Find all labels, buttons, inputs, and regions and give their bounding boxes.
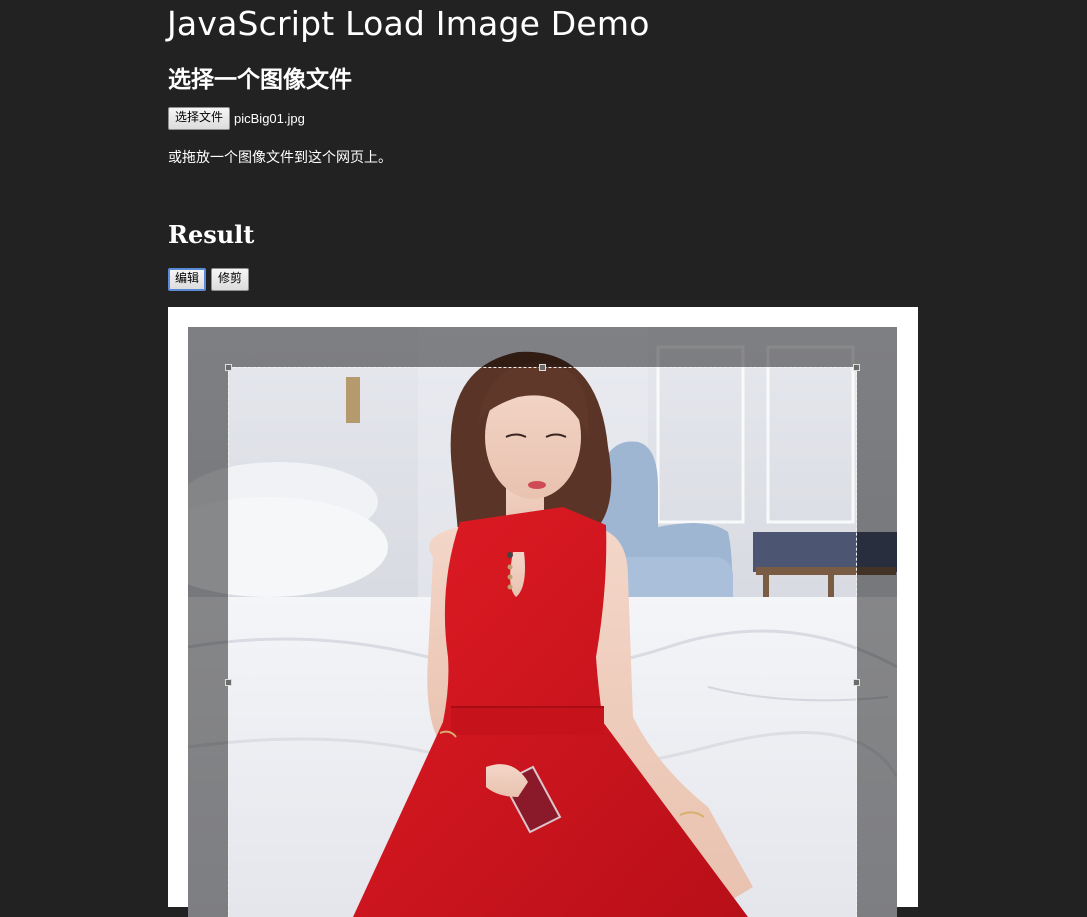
selected-file-name: picBig01.jpg xyxy=(234,111,305,126)
section-subtitle: 选择一个图像文件 xyxy=(168,67,352,93)
page-title: JavaScript Load Image Demo xyxy=(167,4,650,43)
result-heading: Result xyxy=(168,220,255,249)
edit-button[interactable]: 编辑 xyxy=(168,268,207,291)
crop-handle-middle-left[interactable] xyxy=(225,679,232,686)
drop-hint: 或拖放一个图像文件到这个网页上。 xyxy=(168,150,392,166)
choose-file-button[interactable]: 选择文件 xyxy=(168,107,231,130)
crop-handle-middle-right[interactable] xyxy=(853,679,860,686)
crop-selection[interactable] xyxy=(225,364,860,917)
crop-mask-top xyxy=(188,327,897,367)
file-input-row: 选择文件 picBig01.jpg xyxy=(168,107,305,130)
crop-mask-left xyxy=(188,367,228,917)
crop-handle-top-middle[interactable] xyxy=(539,364,546,371)
loaded-image[interactable] xyxy=(188,327,897,917)
crop-handle-top-right[interactable] xyxy=(853,364,860,371)
crop-button[interactable]: 修剪 xyxy=(211,268,250,291)
result-panel xyxy=(168,307,918,917)
crop-handle-top-left[interactable] xyxy=(225,364,232,371)
result-actions: 编辑 修剪 xyxy=(168,268,250,291)
crop-mask-right xyxy=(857,367,897,917)
